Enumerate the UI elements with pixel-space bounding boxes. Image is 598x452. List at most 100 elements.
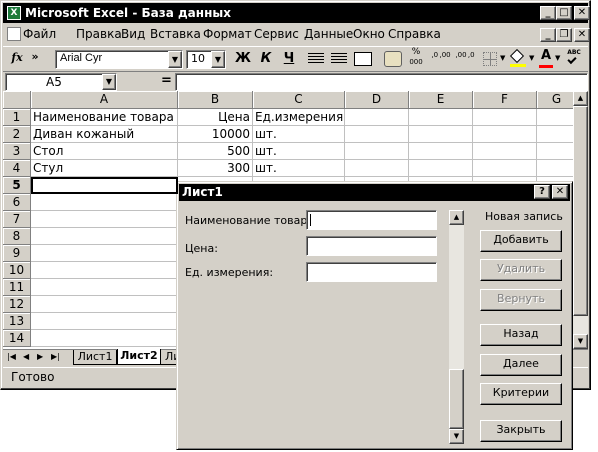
minimize-button[interactable]: _ [540,6,556,20]
fill-dropdown-icon[interactable]: ▼ [529,54,534,62]
font-color-dropdown-icon[interactable]: ▼ [555,54,560,62]
row-header-7[interactable]: 7 [3,211,31,228]
dialog-close-button[interactable]: ✕ [552,185,568,199]
dialog-help-button[interactable]: ? [534,185,550,199]
close-button[interactable]: ✕ [574,6,590,20]
sheet-tab-2[interactable]: Лист2 [117,349,161,365]
add-record-button[interactable]: Добавить [480,230,562,252]
borders-dropdown-icon[interactable]: ▼ [500,54,505,62]
row-header-1[interactable]: 1 [3,109,31,126]
menu-edit[interactable]: Правка [76,25,122,43]
row-header-10[interactable]: 10 [3,262,31,279]
column-header-c[interactable]: C [253,91,345,109]
cell-a6[interactable] [31,194,178,211]
cell-b1[interactable]: Цена [178,109,253,126]
formula-input[interactable] [175,73,588,91]
font-color-button[interactable]: A [539,47,553,65]
record-scroll-thumb[interactable] [449,369,464,429]
menu-format[interactable]: Формат [203,25,252,43]
row-header-11[interactable]: 11 [3,279,31,296]
function-wizard-icon[interactable]: fx [7,49,27,67]
column-header-d[interactable]: D [345,91,409,109]
close-form-button[interactable]: Закрыть [480,420,562,442]
row-header-9[interactable]: 9 [3,245,31,262]
menu-data[interactable]: Данные [304,25,353,43]
menu-file[interactable]: Файл [23,25,56,43]
sheet-tab-1[interactable]: Лист1 [73,350,117,365]
field-input-name[interactable] [306,210,437,230]
cell-e3[interactable] [409,143,473,160]
font-size-dropdown-arrow[interactable]: ▼ [211,51,225,68]
formula-equals-button[interactable]: = [161,73,172,88]
borders-icon[interactable] [483,52,497,66]
scroll-up-button[interactable]: ▲ [573,91,588,106]
decrease-decimal-button[interactable]: ,00 ,0 [453,51,477,59]
font-size-select[interactable]: 10 ▼ [186,50,226,69]
fill-color-icon[interactable] [509,48,526,67]
doc-close-button[interactable]: ✕ [574,28,590,42]
tab-first-icon[interactable]: |◀ [7,352,16,361]
font-dropdown-arrow[interactable]: ▼ [168,51,182,68]
cell-c4[interactable]: шт. [253,160,345,177]
criteria-button[interactable]: Критерии [480,383,562,405]
select-all-corner[interactable] [3,91,31,109]
cell-a8[interactable] [31,228,178,245]
column-header-e[interactable]: E [409,91,473,109]
cell-b2[interactable]: 10000 [178,126,253,143]
cell-a13[interactable] [31,313,178,330]
menu-tools[interactable]: Сервис [254,25,299,43]
cell-f2[interactable] [473,126,537,143]
cell-a7[interactable] [31,211,178,228]
row-header-4[interactable]: 4 [3,160,31,177]
cell-e2[interactable] [409,126,473,143]
menu-window[interactable]: Окно [353,25,385,43]
cell-d3[interactable] [345,143,409,160]
name-box[interactable]: A5 ▼ [5,73,117,91]
column-header-b[interactable]: B [178,91,253,109]
row-header-13[interactable]: 13 [3,313,31,330]
cell-e1[interactable] [409,109,473,126]
cell-a4[interactable]: Стул [31,160,178,177]
record-scroll-down-button[interactable]: ▼ [449,429,464,444]
cell-f4[interactable] [473,160,537,177]
menu-help[interactable]: Справка [388,25,441,43]
currency-icon[interactable] [384,51,402,67]
cell-g1[interactable] [537,109,577,126]
cell-f3[interactable] [473,143,537,160]
vertical-scrollbar[interactable]: ▲ ▼ [573,91,588,349]
row-header-2[interactable]: 2 [3,126,31,143]
cell-g3[interactable] [537,143,577,160]
underline-button[interactable]: Ч [279,50,299,68]
cell-a11[interactable] [31,279,178,296]
bold-button[interactable]: Ж [233,50,253,68]
cell-e4[interactable] [409,160,473,177]
cell-d1[interactable] [345,109,409,126]
cell-a1[interactable]: Наименование товара [31,109,178,126]
cell-a14[interactable] [31,330,178,347]
percent-button[interactable]: % [409,47,423,57]
row-header-12[interactable]: 12 [3,296,31,313]
align-left-icon[interactable] [308,53,324,65]
maximize-button[interactable]: □ [556,6,572,20]
cell-d4[interactable] [345,160,409,177]
menu-view[interactable]: Вид [121,25,145,43]
tab-last-icon[interactable]: ▶| [51,352,60,361]
italic-button[interactable]: К [256,50,276,68]
cell-a12[interactable] [31,296,178,313]
cell-b4[interactable]: 300 [178,160,253,177]
row-header-8[interactable]: 8 [3,228,31,245]
toolbar-more-icon[interactable]: » [29,48,41,66]
cell-c2[interactable]: шт. [253,126,345,143]
row-header-5[interactable]: 5 [3,177,31,194]
record-scroll-up-button[interactable]: ▲ [449,210,464,225]
tab-prev-icon[interactable]: ◀ [23,352,29,361]
prev-record-button[interactable]: Назад [480,324,562,346]
record-scrollbar[interactable]: ▲ ▼ [449,210,464,444]
cell-a3[interactable]: Стол [31,143,178,160]
cell-f1[interactable] [473,109,537,126]
cell-a5[interactable] [31,177,178,194]
name-box-dropdown-arrow[interactable]: ▼ [102,74,116,90]
cell-c3[interactable]: шт. [253,143,345,160]
merge-center-icon[interactable] [354,52,372,66]
cell-g2[interactable] [537,126,577,143]
